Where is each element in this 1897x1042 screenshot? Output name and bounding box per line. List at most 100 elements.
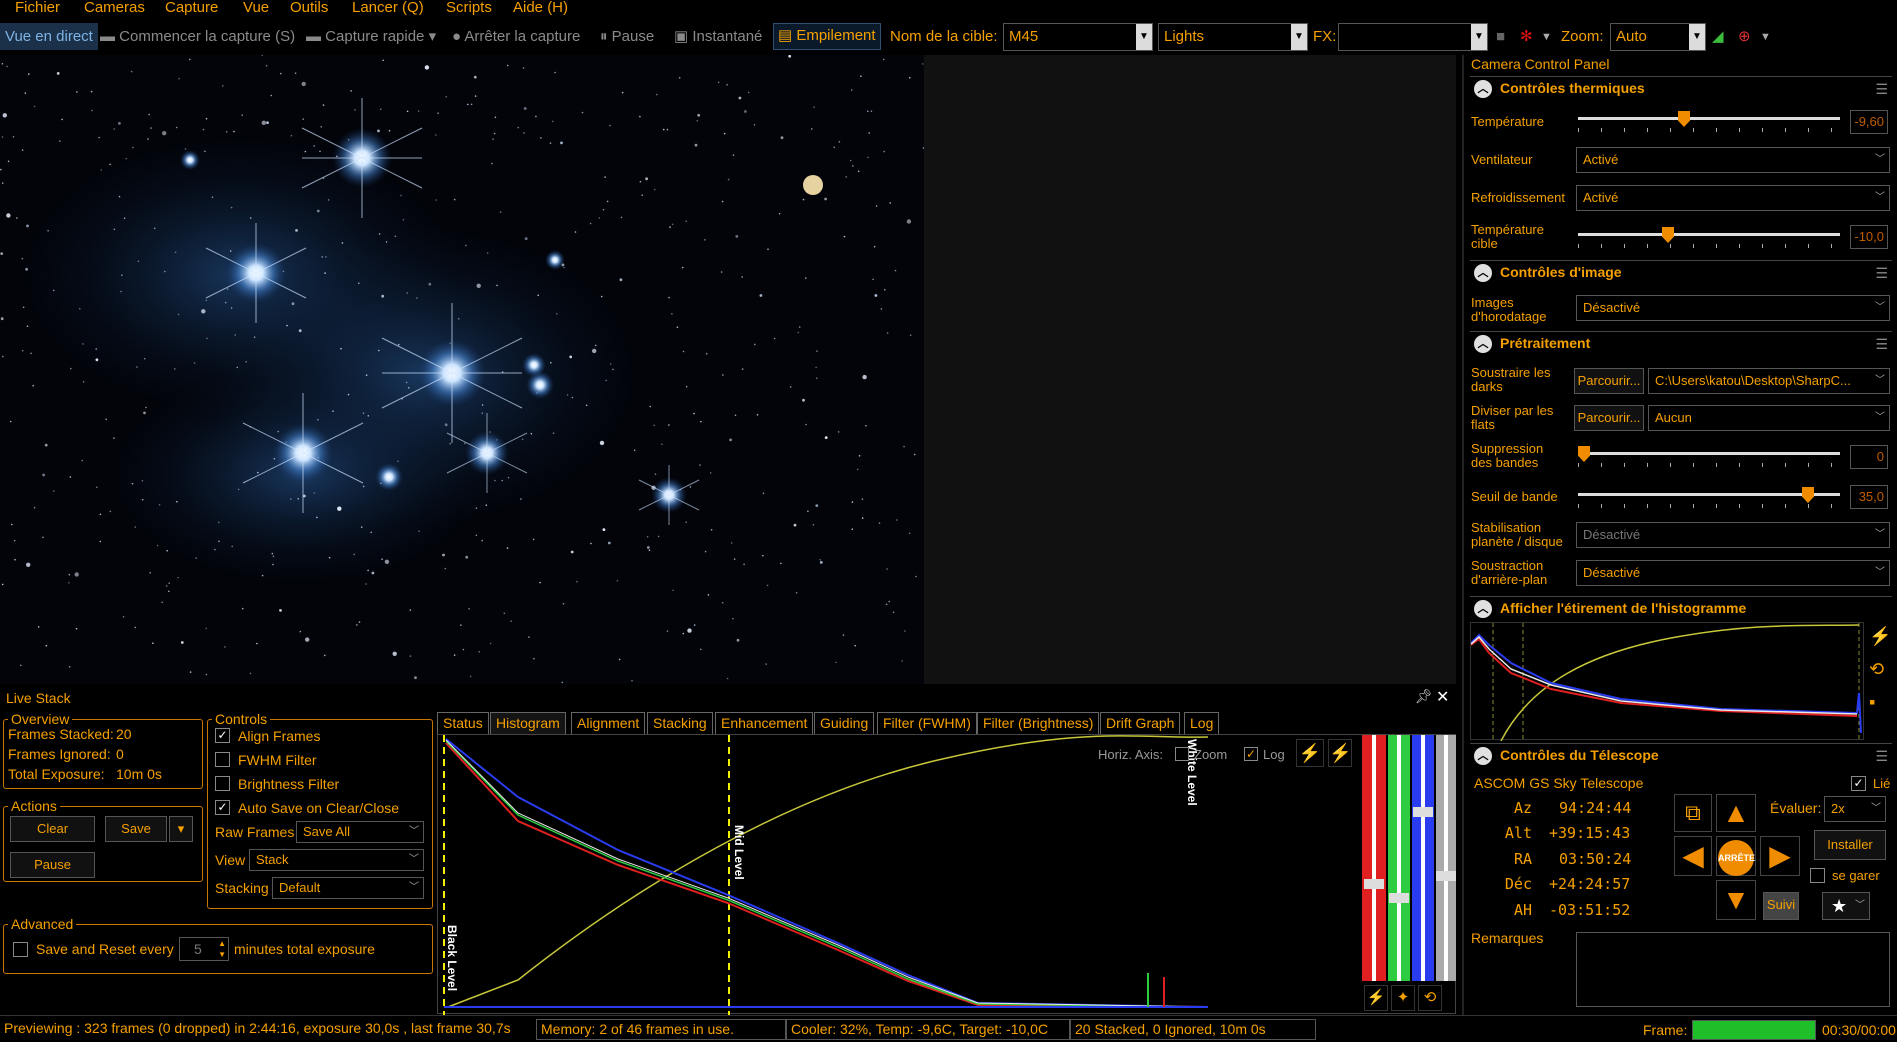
tab-filter-fwhm[interactable]: Filter (FWHM) (877, 712, 977, 734)
autosave-checkbox[interactable]: ✓ (215, 800, 230, 815)
lightning-alt-icon[interactable]: ⚡ (1328, 739, 1352, 767)
menu-file[interactable]: Fichier (15, 0, 60, 15)
preprocessing-section-header[interactable]: ︿ Prétraitement ☰ (1470, 331, 1892, 355)
band-threshold-slider-thumb[interactable] (1802, 487, 1814, 503)
view-select[interactable]: Stack ﹀ (249, 849, 424, 871)
blue-level-thumb[interactable] (1413, 807, 1433, 817)
band-threshold-slider[interactable] (1578, 487, 1840, 511)
banding-slider[interactable] (1578, 446, 1840, 470)
spinner-icon[interactable]: ▲ ▼ (218, 938, 226, 960)
temperature-slider-thumb[interactable] (1678, 111, 1690, 127)
tab-enhancement[interactable]: Enhancement (715, 712, 814, 734)
save-button[interactable]: Save (105, 816, 167, 842)
tab-filter-brightness[interactable]: Filter (Brightness) (977, 712, 1100, 734)
menu-capture[interactable]: Capture (165, 0, 218, 15)
red-level-slider[interactable] (1362, 735, 1386, 981)
tab-status[interactable]: Status (437, 712, 489, 734)
temperature-slider[interactable] (1578, 111, 1840, 135)
menu-icon[interactable]: ☰ (1875, 748, 1888, 765)
image-viewer[interactable] (0, 55, 924, 684)
auto-levels-icon[interactable]: ⚡ (1364, 985, 1388, 1011)
star-select[interactable]: ★ ﹀ (1822, 892, 1870, 920)
menu-icon[interactable]: ☰ (1875, 81, 1888, 98)
move-west-button[interactable]: ◀ (1674, 836, 1712, 876)
banding-slider-thumb[interactable] (1578, 446, 1590, 462)
stop-button[interactable]: ARRÊTE (1716, 836, 1756, 877)
telescope-section-header[interactable]: ︿ Contrôles du Télescope ☰ (1470, 743, 1892, 767)
menu-view[interactable]: Vue (243, 0, 269, 15)
save-icon[interactable]: ▪ (1869, 692, 1875, 713)
tab-histogram[interactable]: Histogram (490, 712, 566, 734)
fx-select[interactable]: ▼ (1338, 23, 1488, 51)
tab-alignment[interactable]: Alignment (571, 712, 646, 734)
stacking-button[interactable]: ▤ Empilement (773, 23, 881, 50)
align-frames-checkbox[interactable]: ✓ (215, 728, 230, 743)
target-temperature-slider-thumb[interactable] (1662, 227, 1674, 243)
target-name-input[interactable]: M45 ▼ (1003, 23, 1153, 51)
menu-tools[interactable]: Outils (290, 0, 328, 15)
save-reset-minutes-input[interactable]: 5 ▲ ▼ (179, 937, 229, 961)
histogram-stretch-section-header[interactable]: ︿ Afficher l'étirement de l'histogramme (1470, 596, 1892, 620)
zoom-select[interactable]: Auto ▼ (1610, 23, 1706, 51)
menu-icon[interactable]: ☰ (1875, 336, 1888, 353)
frame-type-select[interactable]: Lights ▼ (1158, 23, 1308, 51)
chevron-down-icon[interactable]: ▼ (1541, 25, 1552, 49)
chevron-up-icon[interactable]: ︿ (1474, 264, 1492, 282)
raw-frames-select[interactable]: Save All ﹀ (296, 821, 424, 843)
fan-select[interactable]: Activé ﹀ (1576, 147, 1890, 173)
tab-drift-graph[interactable]: Drift Graph (1100, 712, 1181, 734)
bg-subtraction-select[interactable]: Désactivé ﹀ (1576, 560, 1890, 586)
start-capture-button[interactable]: ▬ Commencer la capture (S) (100, 25, 295, 49)
rate-select[interactable]: 2x ﹀ (1824, 796, 1886, 822)
tracking-button[interactable]: Suivi (1763, 892, 1799, 920)
chevron-up-icon[interactable]: ︿ (1474, 600, 1492, 618)
chevron-up-icon[interactable]: ︿ (1474, 80, 1492, 98)
fwhm-filter-checkbox[interactable] (215, 752, 230, 767)
move-east-button[interactable]: ▶ (1760, 836, 1800, 876)
darks-browse-button[interactable]: Parcourir... (1574, 368, 1644, 394)
linked-checkbox[interactable]: ✓ (1851, 776, 1866, 791)
reset-levels-icon[interactable]: ⟲ (1418, 985, 1442, 1011)
clear-button[interactable]: Clear (10, 816, 95, 842)
image-section-header[interactable]: ︿ Contrôles d'image ☰ (1470, 260, 1892, 284)
flats-select[interactable]: Aucun ﹀ (1648, 405, 1890, 431)
park-checkbox[interactable] (1810, 868, 1825, 883)
luminance-level-slider[interactable] (1436, 735, 1456, 981)
timestamp-select[interactable]: Désactivé ﹀ (1576, 295, 1890, 321)
zoom-checkbox[interactable] (1175, 747, 1189, 761)
histogram-stretch-graph[interactable] (1470, 622, 1864, 742)
green-level-slider[interactable] (1388, 735, 1410, 981)
chevron-up-icon[interactable]: ︿ (1474, 747, 1492, 765)
brightness-filter-checkbox[interactable] (215, 776, 230, 791)
snapshot-button[interactable]: ▣ Instantané (674, 25, 762, 49)
blue-level-slider[interactable] (1412, 735, 1434, 981)
flats-browse-button[interactable]: Parcourir... (1574, 405, 1644, 431)
log-checkbox[interactable]: ✓ (1244, 747, 1258, 761)
banding-value[interactable]: 0 (1850, 445, 1888, 469)
target-temperature-slider[interactable] (1578, 227, 1840, 251)
menu-scripts[interactable]: Scripts (446, 0, 492, 15)
chevron-up-icon[interactable]: ︿ (1474, 335, 1492, 353)
menu-icon[interactable]: ☰ (1875, 265, 1888, 282)
sparkle-icon[interactable]: ✦ (1391, 985, 1415, 1011)
tab-log[interactable]: Log (1184, 712, 1220, 734)
thermal-section-header[interactable]: ︿ Contrôles thermiques ☰ (1470, 76, 1892, 100)
tab-stacking[interactable]: Stacking (647, 712, 713, 734)
close-icon[interactable]: ✕ (1436, 687, 1449, 707)
menu-launch[interactable]: Lancer (Q) (352, 0, 424, 15)
auto-stretch-icon[interactable]: ⚡ (1296, 739, 1324, 767)
quick-capture-button[interactable]: ▬ Capture rapide ▾ (306, 25, 436, 49)
save-reset-checkbox[interactable] (13, 942, 28, 957)
stop-capture-button[interactable]: ● Arrêter la capture (452, 25, 580, 49)
target-temperature-value[interactable]: -10,0 (1850, 225, 1888, 249)
spiral-search-icon[interactable]: ⧉ (1674, 794, 1712, 832)
install-button[interactable]: Installer (1814, 830, 1886, 860)
reset-icon[interactable]: ⟲ (1869, 659, 1884, 680)
histogram-panel[interactable]: Black Level Mid Level White Level Horiz.… (437, 734, 1456, 1015)
menu-help[interactable]: Aide (H) (513, 0, 568, 15)
crosshair-icon[interactable]: ✻ (1520, 25, 1533, 49)
red-level-thumb[interactable] (1364, 879, 1384, 889)
remarks-textarea[interactable] (1576, 932, 1890, 1007)
stabilize-select[interactable]: Désactivé ﹀ (1576, 522, 1890, 548)
move-north-button[interactable]: ▲ (1716, 794, 1756, 832)
